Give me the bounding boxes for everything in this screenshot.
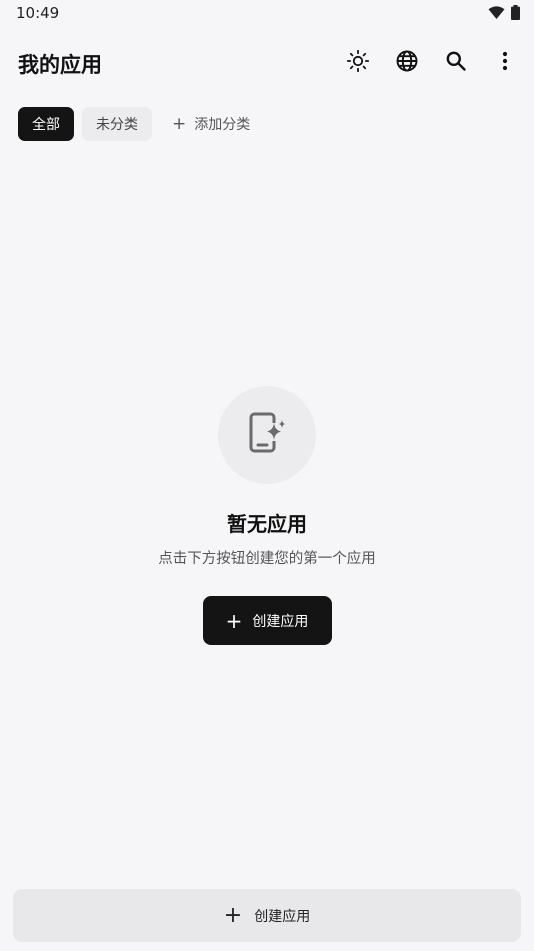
filter-chip-all[interactable]: 全部 [18, 107, 74, 141]
empty-state-illustration [218, 386, 316, 484]
empty-state: 暂无应用 点击下方按钮创建您的第一个应用 + 创建应用 [0, 386, 534, 645]
empty-state-title: 暂无应用 [227, 512, 307, 536]
category-filter-bar: 全部 未分类 + 添加分类 [18, 107, 260, 141]
search-icon [445, 50, 467, 76]
bottom-create-app-button[interactable]: + 创建应用 [13, 889, 521, 942]
status-icons [488, 5, 520, 24]
screen: 10:49 我的应用 全部 未分类 + 添加分类 暂无应用 点击下方按钮创建您的… [0, 0, 534, 951]
theme-toggle-button[interactable] [341, 46, 375, 80]
search-button[interactable] [439, 46, 473, 80]
more-vert-icon [502, 51, 508, 75]
bottom-create-app-label: 创建应用 [254, 908, 311, 925]
create-app-button[interactable]: + 创建应用 [202, 596, 332, 645]
battery-icon [511, 5, 520, 24]
plus-icon: + [223, 902, 243, 928]
brightness-icon [346, 49, 370, 77]
wifi-icon [488, 5, 505, 24]
page-title: 我的应用 [18, 53, 102, 77]
status-bar: 10:49 [0, 0, 534, 28]
add-category-label: 添加分类 [194, 117, 251, 133]
status-time: 10:49 [16, 4, 60, 22]
more-options-button[interactable] [488, 46, 522, 80]
filter-chip-uncategorized[interactable]: 未分类 [82, 107, 152, 141]
add-category-button[interactable]: + 添加分类 [160, 107, 260, 141]
app-sparkle-icon [247, 411, 287, 459]
empty-state-subtitle: 点击下方按钮创建您的第一个应用 [158, 551, 376, 567]
globe-icon [395, 49, 419, 77]
plus-icon: + [172, 113, 187, 134]
create-app-button-label: 创建应用 [252, 613, 309, 630]
plus-icon: + [225, 608, 243, 633]
language-button[interactable] [390, 46, 424, 80]
app-bar: 我的应用 [0, 40, 534, 86]
